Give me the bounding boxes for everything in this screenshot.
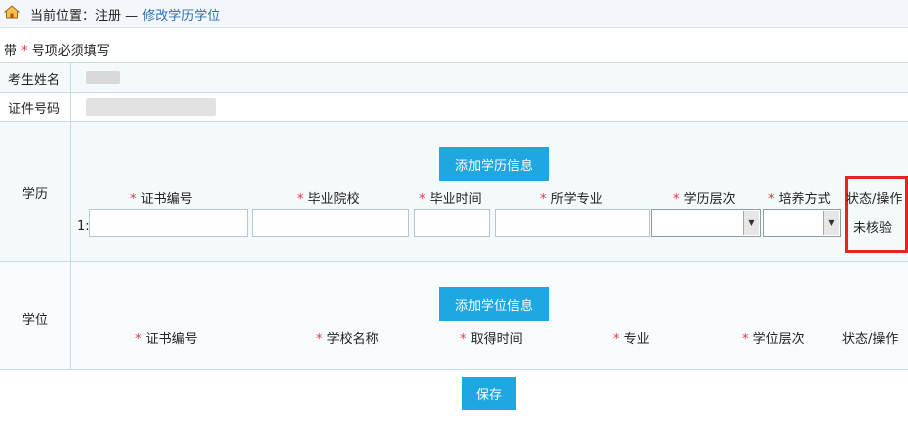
add-education-button[interactable]: 添加学历信息 [439,147,549,181]
edu-col-certificate-label: 证书编号 [140,192,193,207]
name-value-redacted [86,71,120,84]
education-row-index: 1: [77,219,90,234]
required-star: * [21,44,28,59]
divider [0,92,908,93]
chevron-down-icon[interactable]: ▼ [823,211,839,235]
deg-col-time: * 取得时间 [460,328,523,347]
required-star: * [297,192,304,207]
deg-col-level-label: 学位层次 [752,332,805,347]
deg-col-time-label: 取得时间 [470,332,523,347]
id-value-redacted [86,98,216,116]
deg-col-major: * 专业 [613,328,650,347]
required-star: * [130,192,137,207]
note-before: 带 [4,44,18,59]
divider [0,62,908,63]
edu-col-major-label: 所学专业 [550,192,603,207]
home-icon [4,5,20,19]
breadcrumb-prefix: 当前位置： [30,9,96,24]
education-status-value: 未核验 [853,221,893,236]
deg-col-certificate-label: 证书编号 [145,332,198,347]
required-note: 带 * 号项必须填写 [4,40,110,59]
name-row [0,63,908,92]
required-star: * [768,192,775,207]
major-input[interactable] [495,209,650,237]
graduation-time-input[interactable] [414,209,490,237]
edu-col-level: * 学历层次 [673,188,736,207]
name-label: 考生姓名 [8,73,61,88]
divider [0,121,908,122]
training-mode-select[interactable]: ▼ [763,209,841,237]
required-star: * [135,332,142,347]
breadcrumb-separator: — [121,9,143,24]
breadcrumb-section[interactable]: 注册 [95,9,121,24]
deg-col-school: * 学校名称 [316,328,379,347]
edu-col-graduation-time-label: 毕业时间 [429,192,482,207]
divider [0,369,908,370]
deg-col-level: * 学位层次 [742,328,805,347]
required-star: * [742,332,749,347]
degree-section-label: 学位 [22,313,49,328]
edu-col-graduation-time: * 毕业时间 [419,188,482,207]
divider [0,261,908,262]
add-degree-button[interactable]: 添加学位信息 [439,287,549,321]
required-star: * [673,192,680,207]
certificate-number-input[interactable] [89,209,248,237]
required-star: * [540,192,547,207]
breadcrumb-current[interactable]: 修改学历学位 [142,9,220,24]
edu-col-training-mode-label: 培养方式 [778,192,831,207]
deg-status-header: 状态/操作 [842,332,899,347]
deg-col-certificate: * 证书编号 [135,328,198,347]
required-star: * [613,332,620,347]
chevron-down-icon[interactable]: ▼ [743,211,759,235]
breadcrumb-text: 当前位置：注册 — 修改学历学位 [30,5,220,24]
edu-col-level-label: 学历层次 [683,192,736,207]
required-star: * [419,192,426,207]
edu-col-training-mode: * 培养方式 [768,188,831,207]
breadcrumb: 当前位置：注册 — 修改学历学位 [0,0,908,28]
required-star: * [460,332,467,347]
edu-col-major: * 所学专业 [540,188,603,207]
education-level-select[interactable]: ▼ [651,209,761,237]
edu-col-certificate: * 证书编号 [130,188,193,207]
deg-col-school-label: 学校名称 [326,332,379,347]
id-label: 证件号码 [8,102,61,117]
save-button[interactable]: 保存 [462,377,516,410]
required-star: * [316,332,323,347]
edu-status-header: 状态/操作 [846,192,903,207]
school-input[interactable] [252,209,409,237]
deg-col-major-label: 专业 [623,332,650,347]
edu-col-school: * 毕业院校 [297,188,360,207]
edu-col-school-label: 毕业院校 [307,192,360,207]
note-after: 号项必须填写 [31,44,110,59]
column-divider [70,62,71,370]
education-section-label: 学历 [22,187,49,202]
